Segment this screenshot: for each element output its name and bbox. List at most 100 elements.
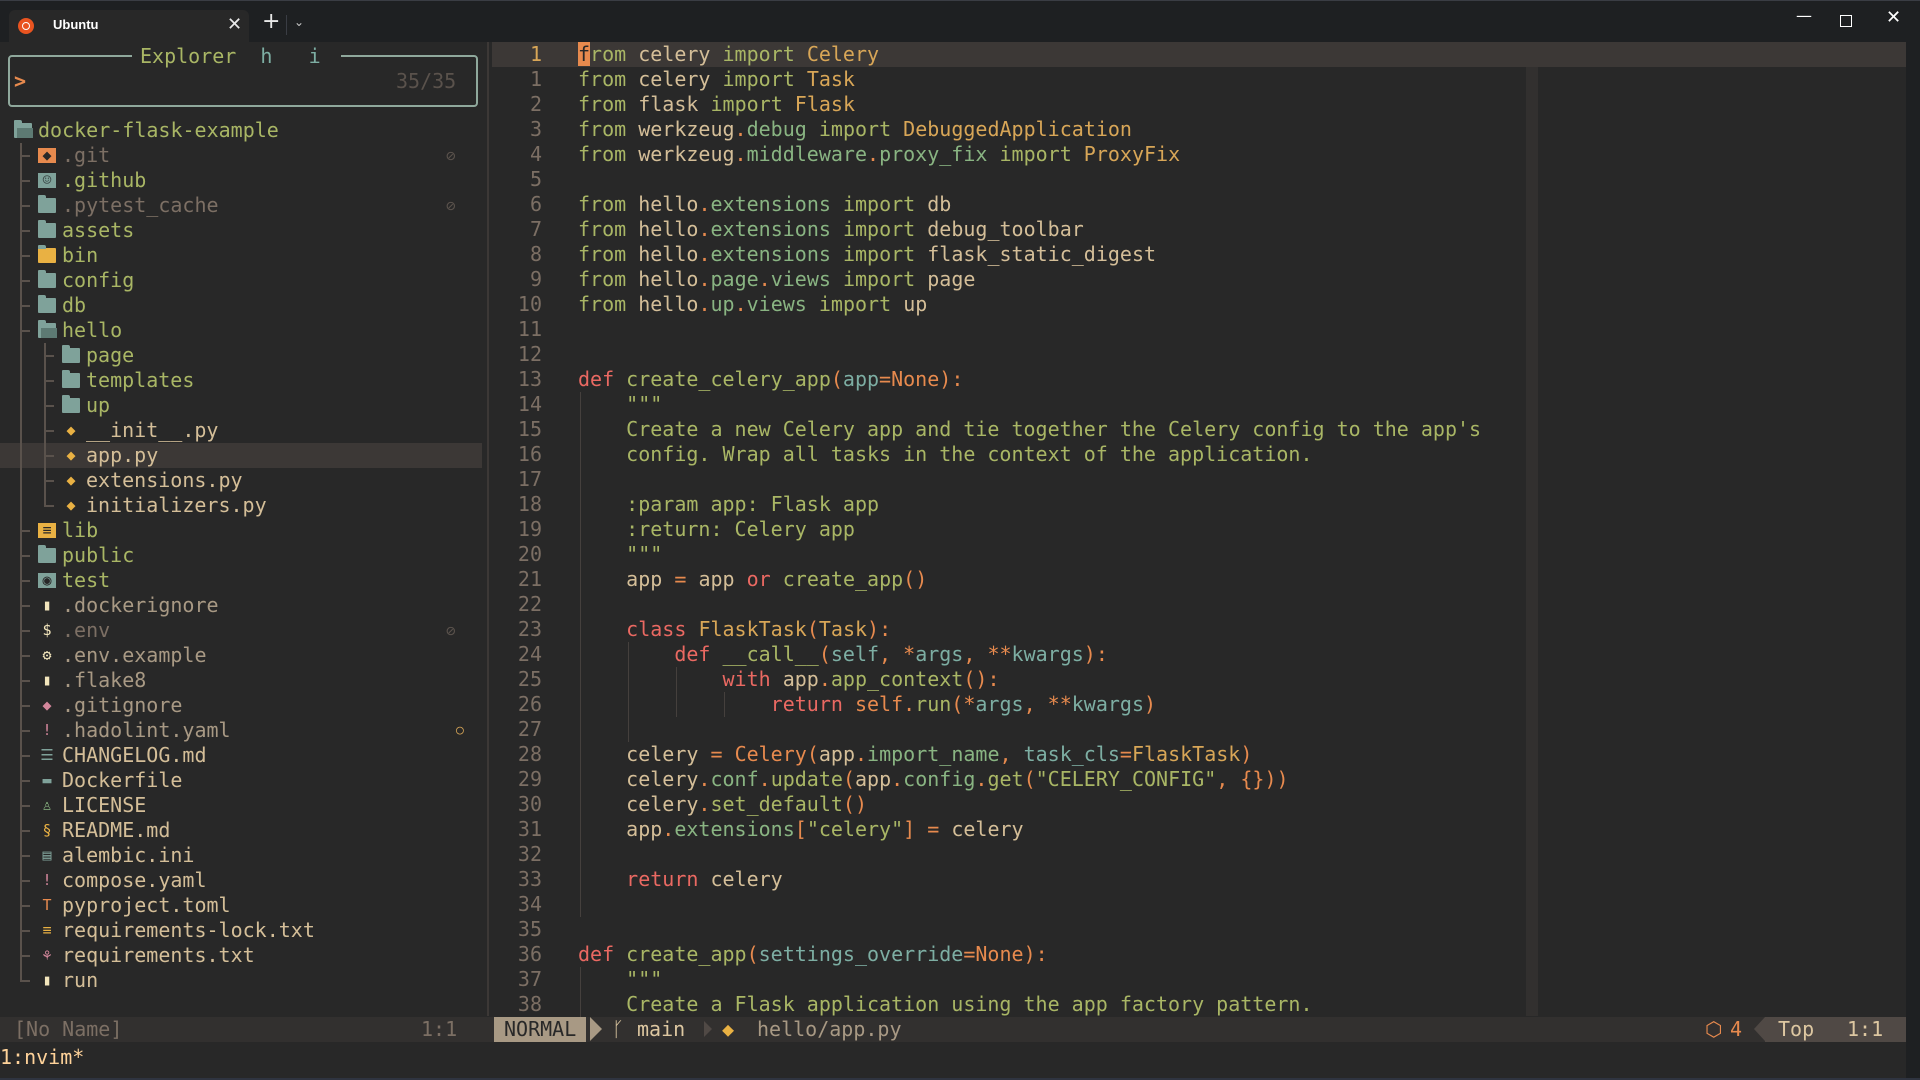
tree-item[interactable]: ♙ LICENSE [0,793,482,818]
tree-guide [44,405,54,407]
dollar-icon: $ [42,621,52,639]
tree-item[interactable]: Tpyproject.toml [0,893,482,918]
chevron-down-icon[interactable]: ⌄ [294,15,304,29]
maximize-button[interactable] [1840,15,1852,27]
file-tree: docker-flask-example ◆ .git ⊘ ☺ .github .pyte… [0,118,482,993]
tree-item-name: CHANGELOG.md [62,743,207,767]
list-icon: ☰ [40,746,54,764]
tree-item-name: up [86,393,111,417]
tree-guide [20,880,30,882]
tree-item-name: run [62,968,99,992]
tree-guide [20,468,22,493]
minimize-button[interactable]: — [1796,6,1812,25]
tree-guide [20,255,30,257]
python-icon: ◆ [66,471,76,489]
new-tab-button[interactable]: + [262,9,280,34]
tree-guide [20,180,30,182]
tree-item[interactable]: ⚙ .env.example [0,643,482,668]
tree-item[interactable]: ≡ requirements-lock.txt [0,918,482,943]
tree-item[interactable]: ◆ initializers.py [0,493,482,518]
tree-item[interactable]: ☰ CHANGELOG.md [0,743,482,768]
tree-item[interactable]: ! .hadolint.yaml ○ [0,718,482,743]
line-number: 32 [517,842,542,866]
tree-item[interactable]: ◆ __init__.py [0,418,482,443]
tree-item-name: bin [62,243,99,267]
tree-item[interactable]: hello [0,318,482,343]
tree-item[interactable]: ◆ .gitignore [0,693,482,718]
tree-item[interactable]: bin [0,243,482,268]
right-section-arrow [1754,1017,1765,1041]
tree-item[interactable]: $ .env ⊘ [0,618,482,643]
tree-item[interactable]: templates [0,368,482,393]
window-close-button[interactable]: ✕ [1886,7,1901,28]
docker-icon: ▬ [42,771,52,789]
explorer-position: 1:1 [421,1017,458,1041]
tree-item[interactable]: ▮ run [0,968,482,993]
code-text: from flask import Flask [578,92,855,116]
line-number: 24 [517,642,542,666]
terminal-tab[interactable]: Ubuntu ✕ [9,10,249,42]
line-number: 3 [529,117,542,141]
code-text: from celery import Task [578,67,855,91]
tree-item[interactable]: § README.md [0,818,482,843]
folder-icon [38,220,56,238]
tree-guide [20,555,30,557]
line-number: 22 [517,592,542,616]
tree-item[interactable]: ◆ app.py [0,443,482,468]
tree-item[interactable]: ▬ Dockerfile [0,768,482,793]
tree-item[interactable]: ◆ .git ⊘ [0,143,482,168]
code-text: Create a Flask application using the app… [578,992,1313,1016]
code-text: """ [626,392,663,416]
line-number: 29 [517,767,542,791]
tree-item[interactable]: up [0,393,482,418]
tree-item[interactable]: db [0,293,482,318]
line-number: 8 [529,242,542,266]
hotkey-i[interactable]: i [309,44,321,68]
tree-guide [20,780,30,782]
tree-item[interactable]: ▮ .flake8 [0,668,482,693]
gear-icon: ⚙ [42,646,52,664]
tree-guide [20,580,30,582]
editor[interactable]: 1 from celery import Celery 1 from celery i… [490,42,1906,1017]
tree-item[interactable]: public [0,543,482,568]
file-icon: ▮ [42,671,52,689]
tree-item-name: README.md [62,818,171,842]
indent-guide [628,642,629,742]
dependency-icon: ⚘ [42,946,52,964]
package-icon: ⬡ [1705,1017,1723,1041]
tree-item[interactable]: assets [0,218,482,243]
tab-close-button[interactable]: ✕ [227,14,242,35]
tree-item[interactable]: ⚘ requirements.txt [0,943,482,968]
folder-icon [62,395,80,413]
line-number: 36 [517,942,542,966]
tree-item-name: __init__.py [86,418,219,442]
code-text: return celery [626,867,783,891]
tree-item[interactable]: page [0,343,482,368]
yaml-icon: ! [42,871,52,889]
tree-item[interactable]: .pytest_cache ⊘ [0,193,482,218]
line-number: 38 [517,992,542,1016]
tree-item[interactable]: ▤ alembic.ini [0,843,482,868]
tree-root[interactable]: docker-flask-example [0,118,482,143]
tmux-window-label[interactable]: 1:nvim* [0,1045,84,1069]
code-text: """ [626,967,663,991]
text-icon: ≡ [42,921,52,939]
hotkey-h[interactable]: h [260,44,272,68]
tree-item[interactable]: ≡ lib [0,518,482,543]
window-split[interactable] [487,42,489,1016]
tree-item[interactable]: ◆ extensions.py [0,468,482,493]
toml-icon: T [42,896,52,914]
python-icon: ◆ [66,421,76,439]
tree-item[interactable]: ◉ test [0,568,482,593]
line-number: 5 [529,167,542,191]
tree-item[interactable]: ☺ .github [0,168,482,193]
tree-item[interactable]: config [0,268,482,293]
tree-item[interactable]: ! compose.yaml [0,868,482,893]
tree-item-name: pyproject.toml [62,893,231,917]
code-text: from celery import Celery [578,42,880,66]
tree-guide [20,955,30,957]
command-line[interactable] [0,1043,1906,1080]
tree-guide [20,418,22,443]
tree-item[interactable]: ▮ .dockerignore [0,593,482,618]
line-number: 23 [517,617,542,641]
